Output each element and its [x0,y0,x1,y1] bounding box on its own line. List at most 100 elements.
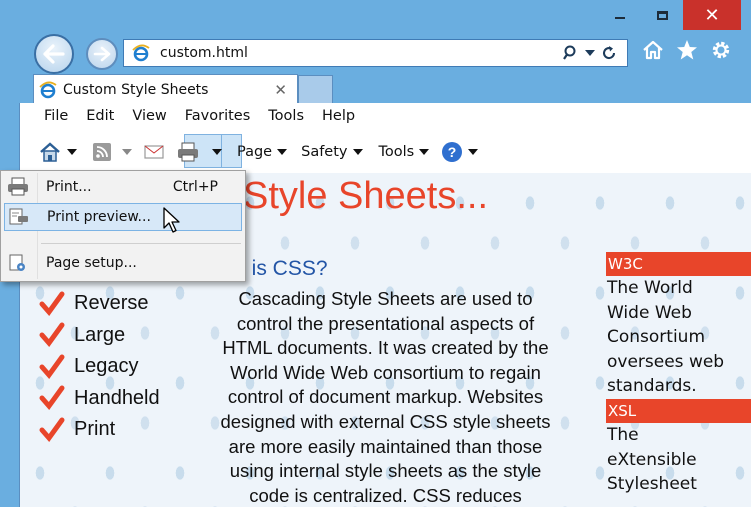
close-window-button[interactable]: ✕ [683,0,741,30]
browser-right-icons [641,38,733,62]
body-line: control of document markup. Websites [227,386,544,408]
tab-custom-style-sheets[interactable]: Custom Style Sheets ✕ [33,74,298,104]
body-line: code is centralized. CSS reduces [249,484,522,506]
home-button[interactable] [641,38,665,62]
home-icon [643,40,663,60]
tools-menu-label: Tools [378,144,415,160]
help-icon: ? [442,142,463,162]
back-button[interactable] [34,34,74,74]
minimize-button[interactable] [599,0,641,30]
checkmark-icon [38,353,66,381]
menu-item-label: Page setup... [46,255,137,271]
chevron-down-icon [277,149,288,155]
page-setup-icon [4,251,32,275]
url-text: custom.html [160,45,248,61]
command-bar: Page Safety Tools ? [38,137,479,167]
chevron-down-icon[interactable] [212,149,222,155]
address-bar[interactable]: custom.html [123,39,628,67]
chevron-down-icon[interactable] [67,149,77,155]
forward-button[interactable] [86,38,118,70]
menu-bar: File Edit View Favorites Tools Help [44,108,373,124]
tools-menu-button[interactable]: Tools [379,144,430,160]
body-line: control the presentational aspects of [236,312,535,334]
page-menu-label: Page [237,144,273,160]
section-subheading: t is CSS? [240,257,328,280]
minimize-icon [615,17,625,19]
list-item: Legacy [38,351,160,383]
tab-title: Custom Style Sheets [63,81,209,98]
safety-menu-label: Safety [301,144,348,160]
menu-file[interactable]: File [44,108,68,124]
search-dropdown-icon[interactable] [585,50,595,56]
menu-separator [41,243,241,244]
menu-item-page-setup[interactable]: Page setup... [4,249,242,277]
printer-icon [4,175,32,199]
print-dropdown-menu: Print... Ctrl+P Print preview... Page se… [0,170,246,282]
ie-tab-icon [39,81,57,98]
gear-icon [712,41,730,59]
star-icon [677,40,697,60]
close-icon: ✕ [704,4,720,26]
list-item: Print [38,414,160,446]
list-item: Large [38,320,160,352]
printer-icon [178,142,198,162]
menu-item-label: Print preview... [47,209,151,225]
chevron-down-icon[interactable] [122,149,132,155]
menu-help[interactable]: Help [322,108,355,124]
checkmark-icon [38,290,66,318]
sidebar-text-xsl: The eXtensible Stylesheet [607,424,697,495]
menu-item-shortcut: Ctrl+P [172,179,218,195]
favorites-button[interactable] [675,38,699,62]
checklist: Reverse Large Legacy Handheld Print [38,288,160,446]
body-paragraph: Cascading Style Sheets are used to contr… [188,287,583,507]
page-menu-button[interactable]: Page [237,144,288,160]
settings-button[interactable] [709,38,733,62]
menu-view[interactable]: View [132,108,166,124]
print-cmd-button[interactable] [176,141,226,163]
list-item: Handheld [38,383,160,415]
sidebar-heading-xsl: XSL [606,398,751,423]
sidebar-heading-w3c: W3C [606,252,751,276]
list-item-label: Reverse [74,292,149,315]
mail-icon [144,145,164,159]
window-caption-buttons: ✕ [599,0,741,30]
maximize-button[interactable] [641,0,683,30]
body-line: HTML documents. It was created by the [222,337,549,359]
body-line: Cascading Style Sheets are used to [238,288,533,309]
checkmark-icon [38,384,66,412]
new-tab-button[interactable] [298,75,333,103]
list-item: Reverse [38,288,160,320]
tab-close-icon[interactable]: ✕ [274,81,287,99]
print-preview-icon [5,205,33,229]
chevron-down-icon [419,149,430,155]
menu-favorites[interactable]: Favorites [185,108,251,124]
sidebar-text-w3c: The World Wide Web Consortium oversees w… [607,278,725,397]
list-item-label: Handheld [74,386,160,409]
mail-cmd-button[interactable] [144,144,170,160]
menu-edit[interactable]: Edit [86,108,114,124]
refresh-icon[interactable] [601,45,617,61]
menu-item-print[interactable]: Print... Ctrl+P [4,173,242,201]
back-arrow-icon [43,44,65,64]
help-menu-button[interactable]: ? [441,141,479,163]
rss-feed-icon [93,143,111,161]
list-item-label: Large [74,323,126,346]
forward-arrow-icon [93,46,111,62]
list-item-label: Legacy [74,355,139,378]
safety-menu-button[interactable]: Safety [301,144,363,160]
body-line: designed with external CSS style sheets [220,410,551,432]
home-cmd-button[interactable] [38,141,90,163]
chevron-down-icon [468,149,479,155]
checkmark-icon [38,321,66,349]
mouse-cursor-icon [163,207,180,233]
body-line: World Wide Web consortium to regain [230,361,541,383]
list-item-label: Print [74,418,116,441]
maximize-icon [656,10,668,20]
ie-page-icon [132,44,150,62]
menu-tools[interactable]: Tools [268,108,304,124]
menu-item-print-preview[interactable]: Print preview... [4,203,242,231]
checkmark-icon [38,416,66,444]
feeds-cmd-button[interactable] [92,142,144,162]
search-icon[interactable] [563,45,579,61]
body-line: using internal style sheets as the style [229,460,542,482]
